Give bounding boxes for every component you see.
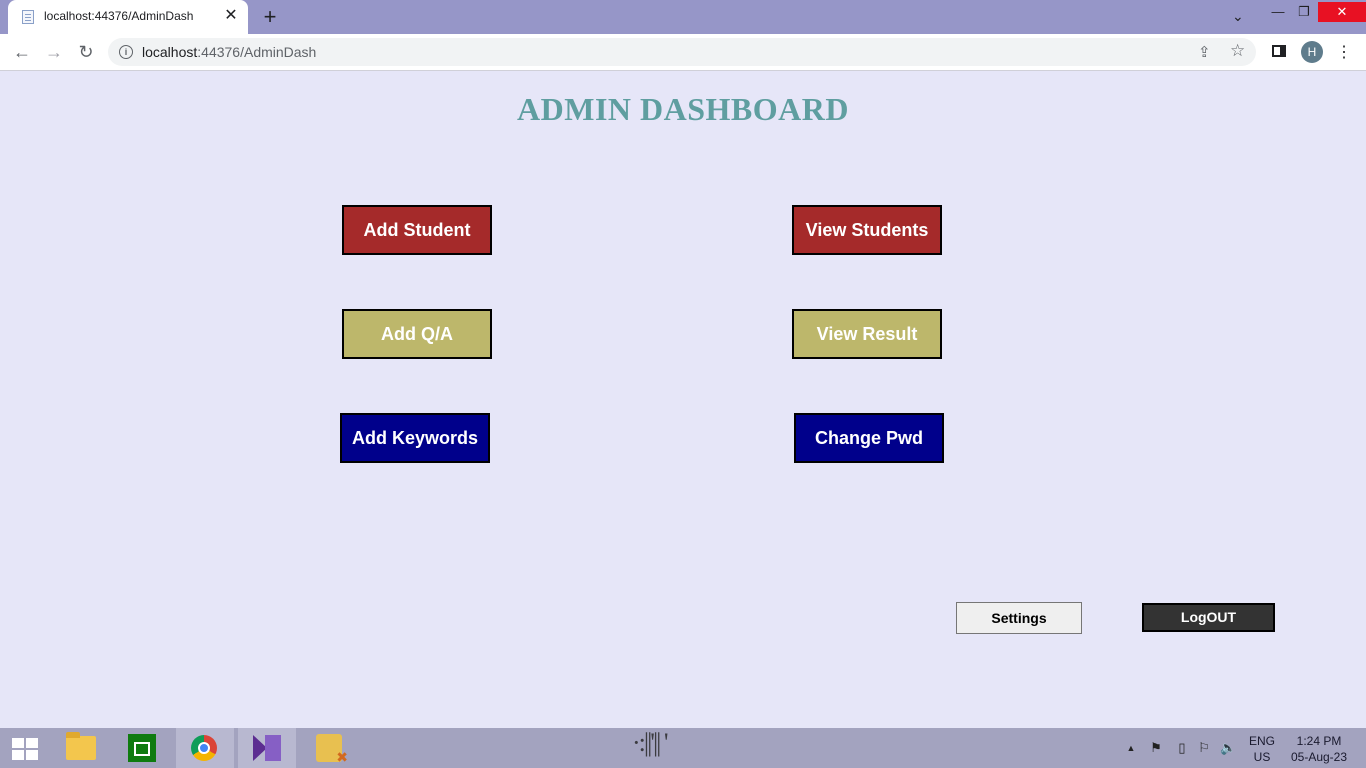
plus-icon[interactable]: +	[260, 6, 280, 28]
back-icon[interactable]: ←	[10, 40, 34, 64]
browser-toolbar: ← → ↻ i localhost:44376/AdminDash ⇪ ☆ H …	[0, 34, 1366, 71]
address-bar[interactable]: i localhost:44376/AdminDash ⇪ ☆	[108, 38, 1256, 66]
network-error-icon[interactable]: ⚑	[1148, 740, 1164, 756]
chevron-down-icon[interactable]: ⌄	[1232, 8, 1244, 25]
close-icon[interactable]: ✕	[222, 7, 240, 25]
chevron-up-icon[interactable]: ▲	[1123, 740, 1139, 756]
add-keywords-button[interactable]: Add Keywords	[340, 413, 490, 463]
windows-taskbar: ·:||'|| ' ▲ ⚑ ▯ ⚐ 🔈 ENG US 1:24 PM 05-Au…	[0, 728, 1366, 768]
file-icon	[22, 10, 34, 24]
url-text[interactable]: localhost:44376/AdminDash	[142, 44, 316, 60]
add-qa-button[interactable]: Add Q/A	[342, 309, 492, 359]
avatar[interactable]: H	[1301, 41, 1323, 63]
wifi-error-icon[interactable]: ⚐	[1196, 740, 1212, 756]
visual-studio-icon[interactable]	[253, 735, 281, 761]
menu-icon[interactable]: ⋮	[1336, 42, 1352, 62]
logout-button[interactable]: LogOUT	[1142, 603, 1275, 632]
view-result-button[interactable]: View Result	[792, 309, 942, 359]
page-title: ADMIN DASHBOARD	[517, 91, 849, 127]
info-icon[interactable]: i	[119, 45, 133, 59]
forward-icon[interactable]: →	[42, 40, 66, 64]
minimize-icon[interactable]: —	[1268, 2, 1288, 22]
close-window-icon[interactable]: ✕	[1318, 2, 1366, 22]
share-icon[interactable]: ⇪	[1198, 43, 1211, 61]
chrome-icon[interactable]	[191, 735, 217, 761]
language-indicator[interactable]: ENG US	[1249, 733, 1275, 765]
admin-dashboard-page: ADMIN DASHBOARD Add Student View Student…	[0, 71, 1366, 728]
file-explorer-icon[interactable]	[66, 732, 96, 760]
side-panel-icon[interactable]	[1272, 45, 1286, 57]
store-icon[interactable]	[128, 734, 156, 762]
change-pwd-button[interactable]: Change Pwd	[794, 413, 944, 463]
clock-date: 05-Aug-23	[1290, 750, 1348, 764]
browser-tabstrip: localhost:44376/AdminDash ✕ + ⌄ — ❐ ✕	[0, 0, 1366, 34]
view-students-button[interactable]: View Students	[792, 205, 942, 255]
wallpaper-graphic: ·:||'|| '	[632, 728, 669, 757]
star-icon[interactable]: ☆	[1230, 41, 1245, 61]
speaker-icon[interactable]: 🔈	[1220, 740, 1236, 756]
reload-icon[interactable]: ↻	[74, 40, 98, 64]
add-student-button[interactable]: Add Student	[342, 205, 492, 255]
database-icon[interactable]	[316, 734, 348, 766]
settings-button[interactable]: Settings	[956, 602, 1082, 634]
clock-time: 1:24 PM	[1296, 734, 1342, 748]
windows-start-icon[interactable]	[12, 738, 38, 760]
restore-icon[interactable]: ❐	[1294, 2, 1314, 22]
battery-icon[interactable]: ▯	[1174, 740, 1190, 756]
tab-title: localhost:44376/AdminDash	[44, 9, 194, 23]
system-clock[interactable]: 1:24 PM 05-Aug-23	[1287, 733, 1351, 765]
browser-tab[interactable]: localhost:44376/AdminDash ✕	[8, 0, 248, 34]
